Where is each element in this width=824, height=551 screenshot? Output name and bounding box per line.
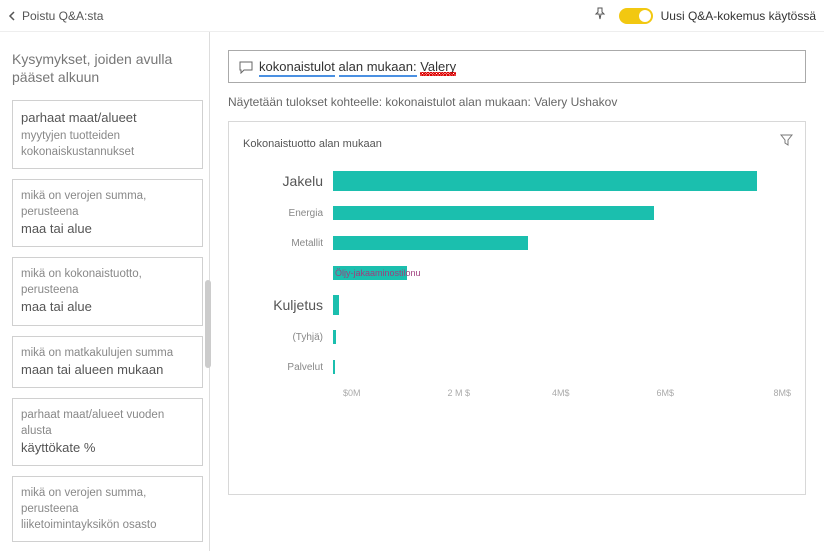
chart-bar-row: (Tyhjä) bbox=[243, 322, 791, 352]
sidebar-title: Kysymykset, joiden avulla pääset alkuun bbox=[12, 50, 203, 86]
filter-button[interactable] bbox=[780, 134, 793, 150]
new-qa-experience-toggle[interactable] bbox=[619, 8, 653, 24]
chart-category-label: Metallit bbox=[243, 238, 333, 249]
suggestion-card[interactable]: mikä on verojen summa, perusteena liiket… bbox=[12, 476, 203, 542]
chart-category-label: Palvelut bbox=[243, 362, 333, 373]
chart-bar-row: Kuljetus bbox=[243, 288, 791, 322]
chat-icon bbox=[239, 60, 253, 74]
axis-tick: 6M$ bbox=[657, 388, 762, 398]
axis-tick: 2 M $ bbox=[448, 388, 553, 398]
chart-bar-row: Jakelu bbox=[243, 164, 791, 198]
chevron-left-icon bbox=[8, 11, 18, 21]
pin-icon bbox=[593, 7, 607, 21]
exit-qa-label: Poistu Q&A:sta bbox=[22, 9, 103, 23]
chart-bar-row: Öljy-jakaaminostilonu bbox=[243, 258, 791, 288]
chart-category-label: Kuljetus bbox=[243, 297, 333, 313]
chart-category-label: Jakelu bbox=[243, 173, 333, 189]
question-text: kokonaistulot alan mukaan: Valery bbox=[259, 59, 456, 74]
suggestion-card[interactable]: parhaat maat/alueet myytyjen tuotteiden … bbox=[12, 100, 203, 168]
scrollbar[interactable] bbox=[205, 280, 211, 368]
suggestion-card[interactable]: parhaat maat/alueet vuoden alusta käyttö… bbox=[12, 398, 203, 466]
chart-bar[interactable] bbox=[333, 171, 757, 191]
axis-tick: $0M bbox=[343, 388, 448, 398]
toggle-label: Uusi Q&A-kokemus käytössä bbox=[661, 9, 816, 23]
suggestion-card[interactable]: mikä on kokonaistuotto, perusteena maa t… bbox=[12, 257, 203, 325]
chart-overlay-text: Öljy-jakaaminostilonu bbox=[335, 268, 421, 278]
chart-category-label: (Tyhjä) bbox=[243, 332, 333, 343]
filter-icon bbox=[780, 134, 793, 147]
chart-bar[interactable] bbox=[333, 206, 654, 220]
chart-bar[interactable] bbox=[333, 330, 336, 344]
chart-bar-row: Energia bbox=[243, 198, 791, 228]
chart-title: Kokonaistuotto alan mukaan bbox=[243, 138, 791, 150]
suggestion-card[interactable]: mikä on verojen summa, perusteena maa ta… bbox=[12, 179, 203, 247]
chart-bar-row: Palvelut bbox=[243, 352, 791, 382]
pin-button[interactable] bbox=[593, 7, 607, 24]
chart-visual[interactable]: Kokonaistuotto alan mukaan Jakelu Energia… bbox=[228, 121, 806, 495]
exit-qa-button[interactable]: Poistu Q&A:sta bbox=[8, 9, 103, 23]
chart-category-label: Energia bbox=[243, 208, 333, 219]
question-input[interactable]: kokonaistulot alan mukaan: Valery bbox=[228, 50, 806, 83]
suggestion-card[interactable]: mikä on matkakulujen summa maan tai alue… bbox=[12, 336, 203, 388]
chart-bar-row: Metallit bbox=[243, 228, 791, 258]
chart-bar[interactable] bbox=[333, 360, 335, 374]
chart-bar[interactable] bbox=[333, 236, 528, 250]
axis-tick: 8M$ bbox=[761, 388, 791, 398]
chart-bar[interactable] bbox=[333, 295, 339, 315]
result-label: Näytetään tulokset kohteelle: kokonaistu… bbox=[228, 95, 806, 109]
axis-tick: 4M$ bbox=[552, 388, 657, 398]
